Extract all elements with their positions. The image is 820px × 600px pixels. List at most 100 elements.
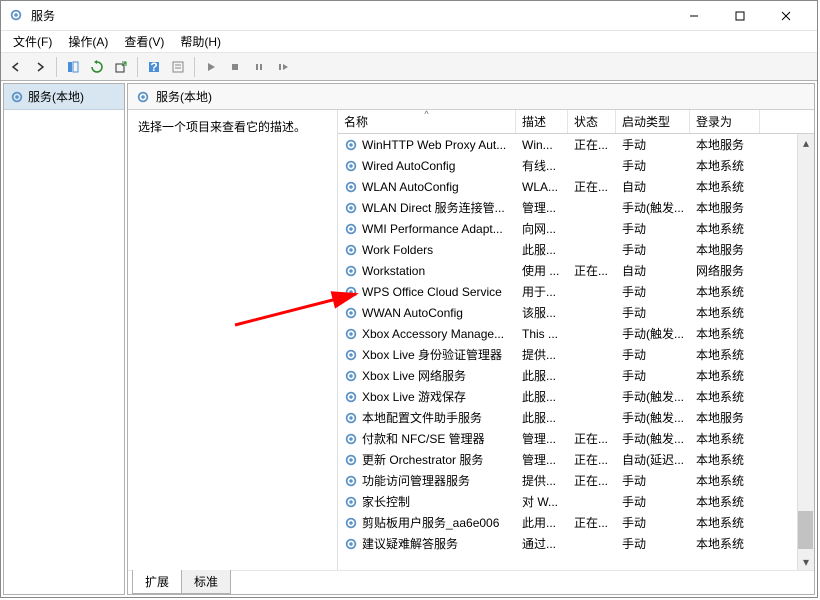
cell-desc: This ...: [516, 327, 568, 341]
table-row[interactable]: Xbox Live 游戏保存此服...手动(触发...本地系统: [338, 386, 814, 407]
cell-name: Xbox Accessory Manage...: [338, 327, 516, 341]
cell-startup: 手动: [616, 472, 690, 489]
menu-action[interactable]: 操作(A): [60, 31, 116, 52]
column-startup-type[interactable]: 启动类型: [616, 110, 690, 133]
cell-desc: 通过...: [516, 535, 568, 552]
window-title: 服务: [31, 7, 671, 24]
cell-name: Xbox Live 网络服务: [338, 367, 516, 384]
table-row[interactable]: 功能访问管理器服务提供...正在...手动本地系统: [338, 470, 814, 491]
gear-icon: [344, 285, 358, 299]
table-row[interactable]: 建议疑难解答服务通过...手动本地系统: [338, 533, 814, 554]
column-description[interactable]: 描述: [516, 110, 568, 133]
scroll-down-icon[interactable]: ▾: [798, 553, 814, 570]
cell-desc: 此服...: [516, 388, 568, 405]
table-row[interactable]: Workstation使用 ...正在...自动网络服务: [338, 260, 814, 281]
forward-button[interactable]: [29, 56, 51, 78]
cell-desc: 提供...: [516, 346, 568, 363]
table-row[interactable]: WinHTTP Web Proxy Aut...Win...正在...手动本地服…: [338, 134, 814, 155]
cell-desc: Win...: [516, 138, 568, 152]
cell-startup: 手动: [616, 220, 690, 237]
cell-desc: WLA...: [516, 180, 568, 194]
cell-status: 正在...: [568, 514, 616, 531]
menu-help[interactable]: 帮助(H): [172, 31, 229, 52]
cell-desc: 该服...: [516, 304, 568, 321]
table-row[interactable]: WLAN AutoConfigWLA...正在...自动本地系统: [338, 176, 814, 197]
table-row[interactable]: WMI Performance Adapt...向网...手动本地系统: [338, 218, 814, 239]
properties-button[interactable]: [167, 56, 189, 78]
export-button[interactable]: [110, 56, 132, 78]
table-row[interactable]: 剪贴板用户服务_aa6e006此用...正在...手动本地系统: [338, 512, 814, 533]
vertical-scrollbar[interactable]: ▴ ▾: [797, 134, 814, 570]
table-row[interactable]: Xbox Live 网络服务此服...手动本地系统: [338, 365, 814, 386]
sort-indicator-icon: ^: [424, 110, 428, 119]
app-icon: [9, 8, 25, 24]
cell-status: 正在...: [568, 430, 616, 447]
cell-name: Xbox Live 身份验证管理器: [338, 346, 516, 363]
refresh-button[interactable]: [86, 56, 108, 78]
column-status[interactable]: 状态: [568, 110, 616, 133]
separator: [137, 57, 138, 77]
menu-file[interactable]: 文件(F): [5, 31, 60, 52]
tree-item-services-local[interactable]: 服务(本地): [4, 84, 124, 110]
gear-icon: [344, 222, 358, 236]
column-logon-as[interactable]: 登录为: [690, 110, 760, 133]
table-row[interactable]: 更新 Orchestrator 服务管理...正在...自动(延迟...本地系统: [338, 449, 814, 470]
gear-icon: [344, 348, 358, 362]
cell-startup: 手动: [616, 493, 690, 510]
cell-logon: 本地系统: [690, 283, 760, 300]
cell-logon: 本地系统: [690, 157, 760, 174]
start-service-button[interactable]: [200, 56, 222, 78]
table-row[interactable]: WPS Office Cloud Service用于...手动本地系统: [338, 281, 814, 302]
table-row[interactable]: 家长控制对 W...手动本地系统: [338, 491, 814, 512]
column-name[interactable]: 名称^: [338, 110, 516, 133]
table-row[interactable]: 付款和 NFC/SE 管理器管理...正在...手动(触发...本地系统: [338, 428, 814, 449]
cell-name: WMI Performance Adapt...: [338, 222, 516, 236]
gear-icon: [344, 243, 358, 257]
tab-extended[interactable]: 扩展: [132, 570, 182, 594]
gear-icon: [344, 180, 358, 194]
close-button[interactable]: [763, 1, 809, 31]
show-hide-tree-button[interactable]: [62, 56, 84, 78]
restart-service-button[interactable]: [272, 56, 294, 78]
cell-startup: 手动(触发...: [616, 199, 690, 216]
gear-icon: [344, 495, 358, 509]
table-row[interactable]: Wired AutoConfig有线...手动本地系统: [338, 155, 814, 176]
cell-logon: 本地服务: [690, 409, 760, 426]
cell-logon: 本地系统: [690, 304, 760, 321]
minimize-button[interactable]: [671, 1, 717, 31]
cell-startup: 手动(触发...: [616, 325, 690, 342]
cell-startup: 手动: [616, 535, 690, 552]
table-row[interactable]: 本地配置文件助手服务此服...手动(触发...本地服务: [338, 407, 814, 428]
cell-startup: 自动(延迟...: [616, 451, 690, 468]
scroll-up-icon[interactable]: ▴: [798, 134, 814, 151]
help-button[interactable]: ?: [143, 56, 165, 78]
cell-name: WPS Office Cloud Service: [338, 285, 516, 299]
cell-startup: 手动(触发...: [616, 430, 690, 447]
pause-service-button[interactable]: [248, 56, 270, 78]
tab-standard[interactable]: 标准: [181, 570, 231, 594]
cell-logon: 本地服务: [690, 241, 760, 258]
gear-icon: [344, 411, 358, 425]
cell-startup: 手动: [616, 346, 690, 363]
gear-icon: [344, 537, 358, 551]
cell-logon: 本地系统: [690, 346, 760, 363]
table-row[interactable]: Xbox Live 身份验证管理器提供... 手动本地系统: [338, 344, 814, 365]
table-row[interactable]: WLAN Direct 服务连接管...管理...手动(触发...本地服务: [338, 197, 814, 218]
table-row[interactable]: Work Folders此服...手动本地服务: [338, 239, 814, 260]
bottom-tabs: 扩展 标准: [128, 570, 814, 594]
stop-service-button[interactable]: [224, 56, 246, 78]
maximize-button[interactable]: [717, 1, 763, 31]
gear-icon: [344, 432, 358, 446]
table-row[interactable]: WWAN AutoConfig该服...手动本地系统: [338, 302, 814, 323]
cell-startup: 手动: [616, 157, 690, 174]
cell-startup: 手动: [616, 136, 690, 153]
tree-panel: 服务(本地): [3, 83, 125, 595]
cell-startup: 手动: [616, 283, 690, 300]
gear-icon: [344, 201, 358, 215]
scrollbar-thumb[interactable]: [798, 511, 813, 549]
cell-logon: 本地系统: [690, 367, 760, 384]
menu-view[interactable]: 查看(V): [116, 31, 172, 52]
table-row[interactable]: Xbox Accessory Manage...This ... 手动(触发...…: [338, 323, 814, 344]
gear-icon: [344, 369, 358, 383]
back-button[interactable]: [5, 56, 27, 78]
